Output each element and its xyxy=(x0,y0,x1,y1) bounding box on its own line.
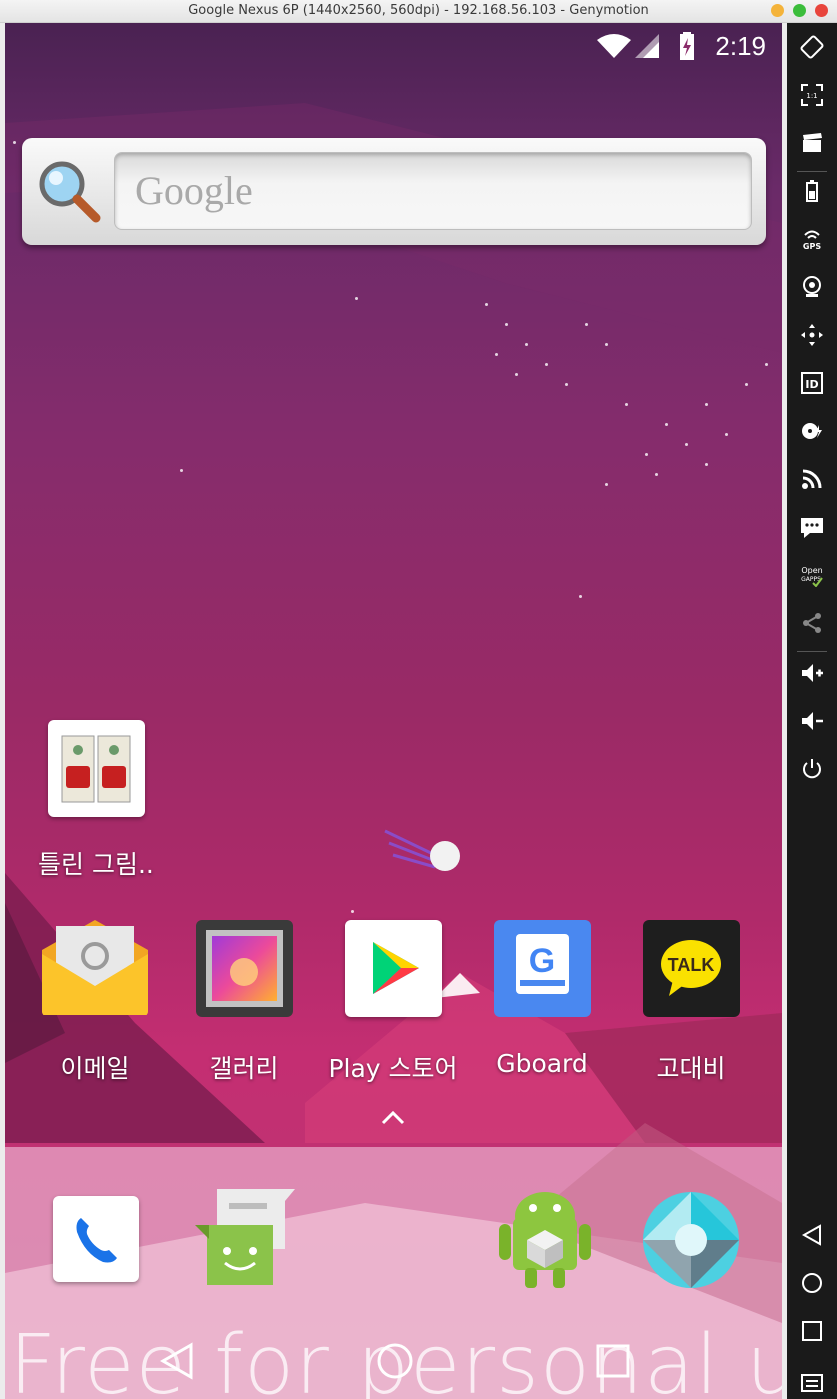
sidebar-home-icon[interactable] xyxy=(787,1265,837,1301)
play-store-icon xyxy=(344,920,442,1017)
svg-text:1:1: 1:1 xyxy=(806,92,817,100)
network-rss-icon[interactable] xyxy=(787,461,837,497)
phone-app[interactable] xyxy=(53,1196,139,1282)
app-play-store[interactable]: Play 스토어 xyxy=(318,920,468,1085)
svg-text:GPS: GPS xyxy=(803,242,821,251)
app-label: 갤러리 xyxy=(209,1054,279,1083)
phone-icon xyxy=(76,1218,117,1263)
pixel-perfect-icon[interactable]: 1:1 xyxy=(787,77,837,113)
messaging-app-icon[interactable] xyxy=(195,1189,295,1285)
genymotion-sidebar: 1:1 GPS ID Open GAPPS xyxy=(787,23,837,1399)
sidebar-back-icon[interactable] xyxy=(787,1217,837,1253)
close-button[interactable] xyxy=(815,4,828,17)
rotate-icon[interactable] xyxy=(787,29,837,65)
maximize-button[interactable] xyxy=(793,4,806,17)
screencast-icon[interactable] xyxy=(787,125,837,161)
app-label: 틀린 그림.. xyxy=(38,850,154,879)
webcam-icon[interactable] xyxy=(787,269,837,305)
share-icon[interactable] xyxy=(787,605,837,641)
window-titlebar: Google Nexus 6P (1440x2560, 560dpi) - 19… xyxy=(0,0,837,23)
app-gboard[interactable]: G Gboard xyxy=(467,920,617,1078)
volume-down-icon[interactable] xyxy=(787,703,837,739)
android-screen: 2:19 Google 틀린 그림.. 이메일 갤러리 Play 스토어 G G… xyxy=(5,23,782,1399)
volume-up-icon[interactable] xyxy=(787,655,837,691)
gallery-icon xyxy=(195,920,293,1017)
battery-icon[interactable] xyxy=(787,173,837,209)
cell-signal-icon xyxy=(635,34,659,58)
search-icon[interactable] xyxy=(34,156,104,226)
app-drawer-chevron-up-icon[interactable] xyxy=(381,1109,405,1125)
status-bar: 2:19 xyxy=(5,23,782,71)
spot-difference-icon xyxy=(47,720,145,817)
app-gallery[interactable]: 갤러리 xyxy=(169,920,319,1085)
gboard-icon: G xyxy=(493,920,591,1017)
google-search-widget[interactable]: Google xyxy=(22,138,766,245)
nav-recents-icon[interactable] xyxy=(593,1341,633,1381)
wifi-icon xyxy=(597,34,631,58)
disk-io-icon[interactable] xyxy=(787,413,837,449)
app-label: Play 스토어 xyxy=(328,1054,458,1083)
app-label: Gboard xyxy=(496,1049,588,1078)
app-spot-difference[interactable]: 틀린 그림.. xyxy=(21,720,171,881)
camera-app-icon[interactable] xyxy=(642,1191,740,1289)
svg-text:G: G xyxy=(528,942,554,980)
device-id-icon[interactable]: ID xyxy=(787,365,837,401)
sidebar-recents-icon[interactable] xyxy=(787,1313,837,1349)
app-email[interactable]: 이메일 xyxy=(20,920,170,1085)
android-robot-app-icon[interactable] xyxy=(495,1184,595,1288)
power-icon[interactable] xyxy=(787,751,837,787)
open-gapps-icon[interactable]: Open GAPPS xyxy=(787,557,837,593)
window-title: Google Nexus 6P (1440x2560, 560dpi) - 19… xyxy=(188,3,649,18)
svg-text:Open: Open xyxy=(801,566,822,575)
status-clock: 2:19 xyxy=(715,31,766,61)
search-placeholder: Google xyxy=(135,168,253,213)
remote-control-icon[interactable] xyxy=(787,317,837,353)
app-label: 고대비 xyxy=(656,1054,726,1083)
kakao-icon-text: TALK xyxy=(667,955,715,975)
search-input[interactable]: Google xyxy=(114,152,752,230)
nav-back-icon[interactable] xyxy=(157,1341,197,1381)
sms-phone-icon[interactable] xyxy=(787,509,837,545)
nav-home-icon[interactable] xyxy=(375,1341,415,1381)
sidebar-menu-icon[interactable] xyxy=(787,1363,837,1399)
gps-icon[interactable]: GPS xyxy=(787,221,837,257)
email-icon xyxy=(42,920,148,1015)
app-label: 이메일 xyxy=(60,1054,130,1083)
battery-charging-icon xyxy=(680,32,694,60)
minimize-button[interactable] xyxy=(771,4,784,17)
svg-text:ID: ID xyxy=(805,378,818,391)
app-kakaotalk[interactable]: TALK 고대비 xyxy=(616,920,766,1085)
